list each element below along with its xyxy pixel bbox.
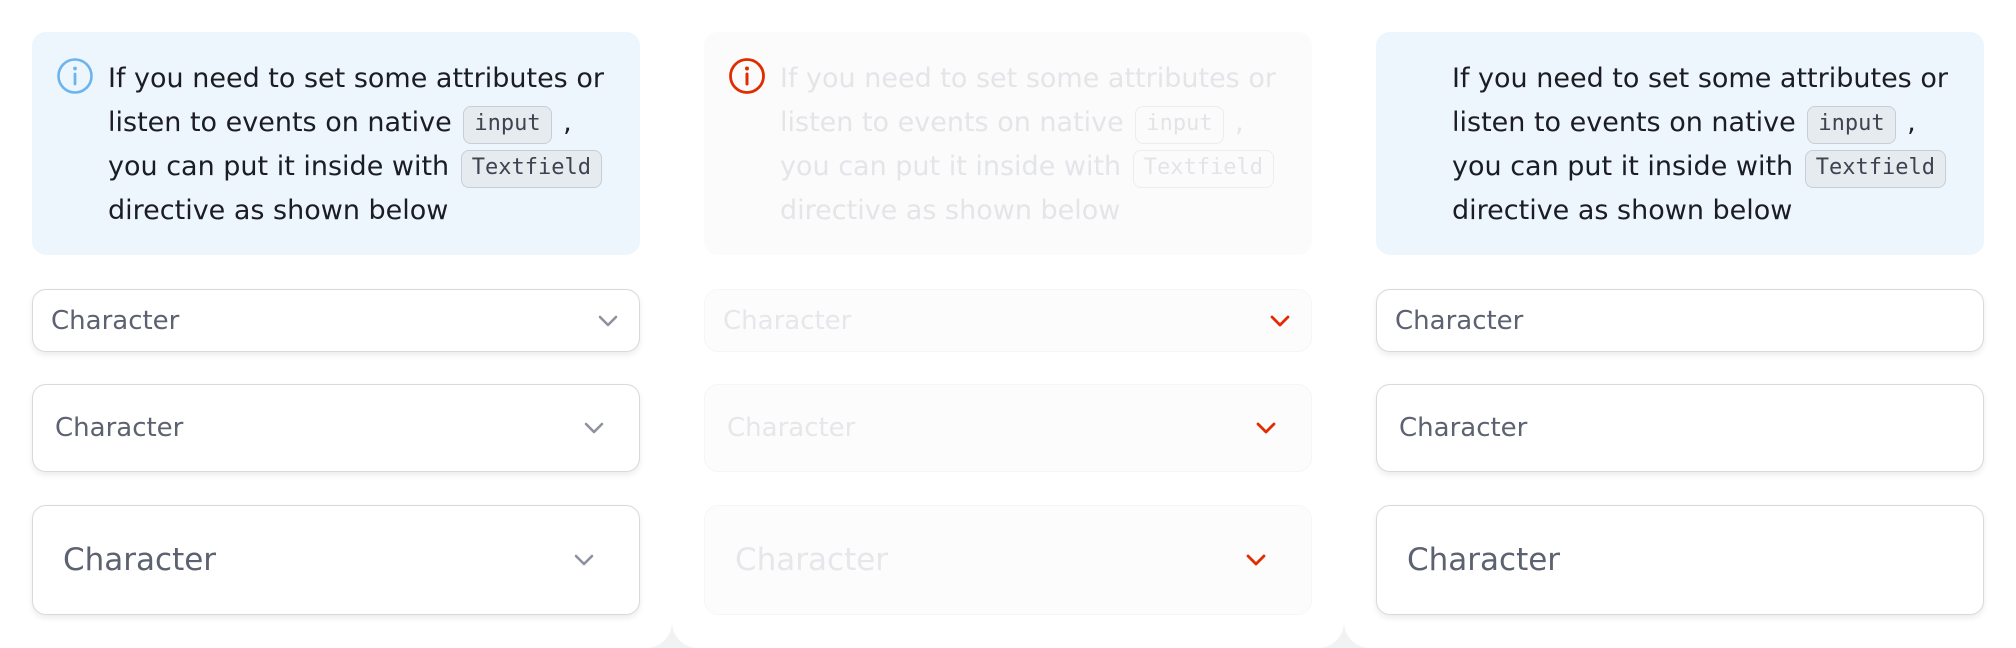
field-placeholder: Character xyxy=(1399,413,1528,443)
code-chip-textfield: Textfield xyxy=(1132,150,1274,188)
info-circle-icon xyxy=(57,58,93,94)
panel-no-icon: If you need to set some attributes or li… xyxy=(1344,0,2016,648)
alert-circle-icon xyxy=(729,58,765,94)
select-placeholder: Character xyxy=(727,413,856,443)
code-chip-textfield: Textfield xyxy=(1804,150,1946,188)
select-field-large-disabled: Character xyxy=(704,505,1312,615)
chevron-down-icon[interactable] xyxy=(595,312,621,330)
select-field-medium[interactable]: Character xyxy=(32,384,640,472)
panel-disabled: If you need to set some attributes or li… xyxy=(672,0,1344,648)
select-placeholder: Character xyxy=(63,542,217,578)
code-chip-textfield: Textfield xyxy=(460,150,602,188)
note-text-end: directive as shown below xyxy=(1452,195,1793,226)
panel-default: If you need to set some attributes or li… xyxy=(0,0,672,648)
select-field-large[interactable]: Character xyxy=(32,505,640,615)
chevron-down-icon[interactable] xyxy=(571,551,597,569)
field-placeholder: Character xyxy=(1407,542,1561,578)
select-field-small[interactable]: Character xyxy=(32,289,640,352)
field-placeholder: Character xyxy=(1395,305,1524,336)
chevron-down-icon xyxy=(1256,422,1276,434)
select-placeholder: Character xyxy=(55,413,184,443)
select-placeholder: Character xyxy=(735,542,889,578)
note-text-end: directive as shown below xyxy=(780,195,1121,226)
stage: If you need to set some attributes or li… xyxy=(0,0,2016,648)
text-field-large[interactable]: Character xyxy=(1376,505,1984,615)
code-chip-input: input xyxy=(463,106,552,144)
text-field-small[interactable]: Character xyxy=(1376,289,1984,352)
select-placeholder: Character xyxy=(723,305,852,336)
text-field-medium[interactable]: Character xyxy=(1376,384,1984,472)
select-placeholder: Character xyxy=(51,305,180,336)
code-chip-input: input xyxy=(1135,106,1224,144)
select-field-small-disabled: Character xyxy=(704,289,1312,352)
alert-note: If you need to set some attributes or li… xyxy=(704,32,1312,255)
note-text-end: directive as shown below xyxy=(108,195,449,226)
plain-note: If you need to set some attributes or li… xyxy=(1376,32,1984,255)
chevron-down-icon xyxy=(1270,315,1290,326)
select-field-medium-disabled: Character xyxy=(704,384,1312,472)
code-chip-input: input xyxy=(1807,106,1896,144)
chevron-down-icon xyxy=(1246,554,1266,566)
info-note: If you need to set some attributes or li… xyxy=(32,32,640,255)
chevron-down-icon[interactable] xyxy=(581,419,607,437)
